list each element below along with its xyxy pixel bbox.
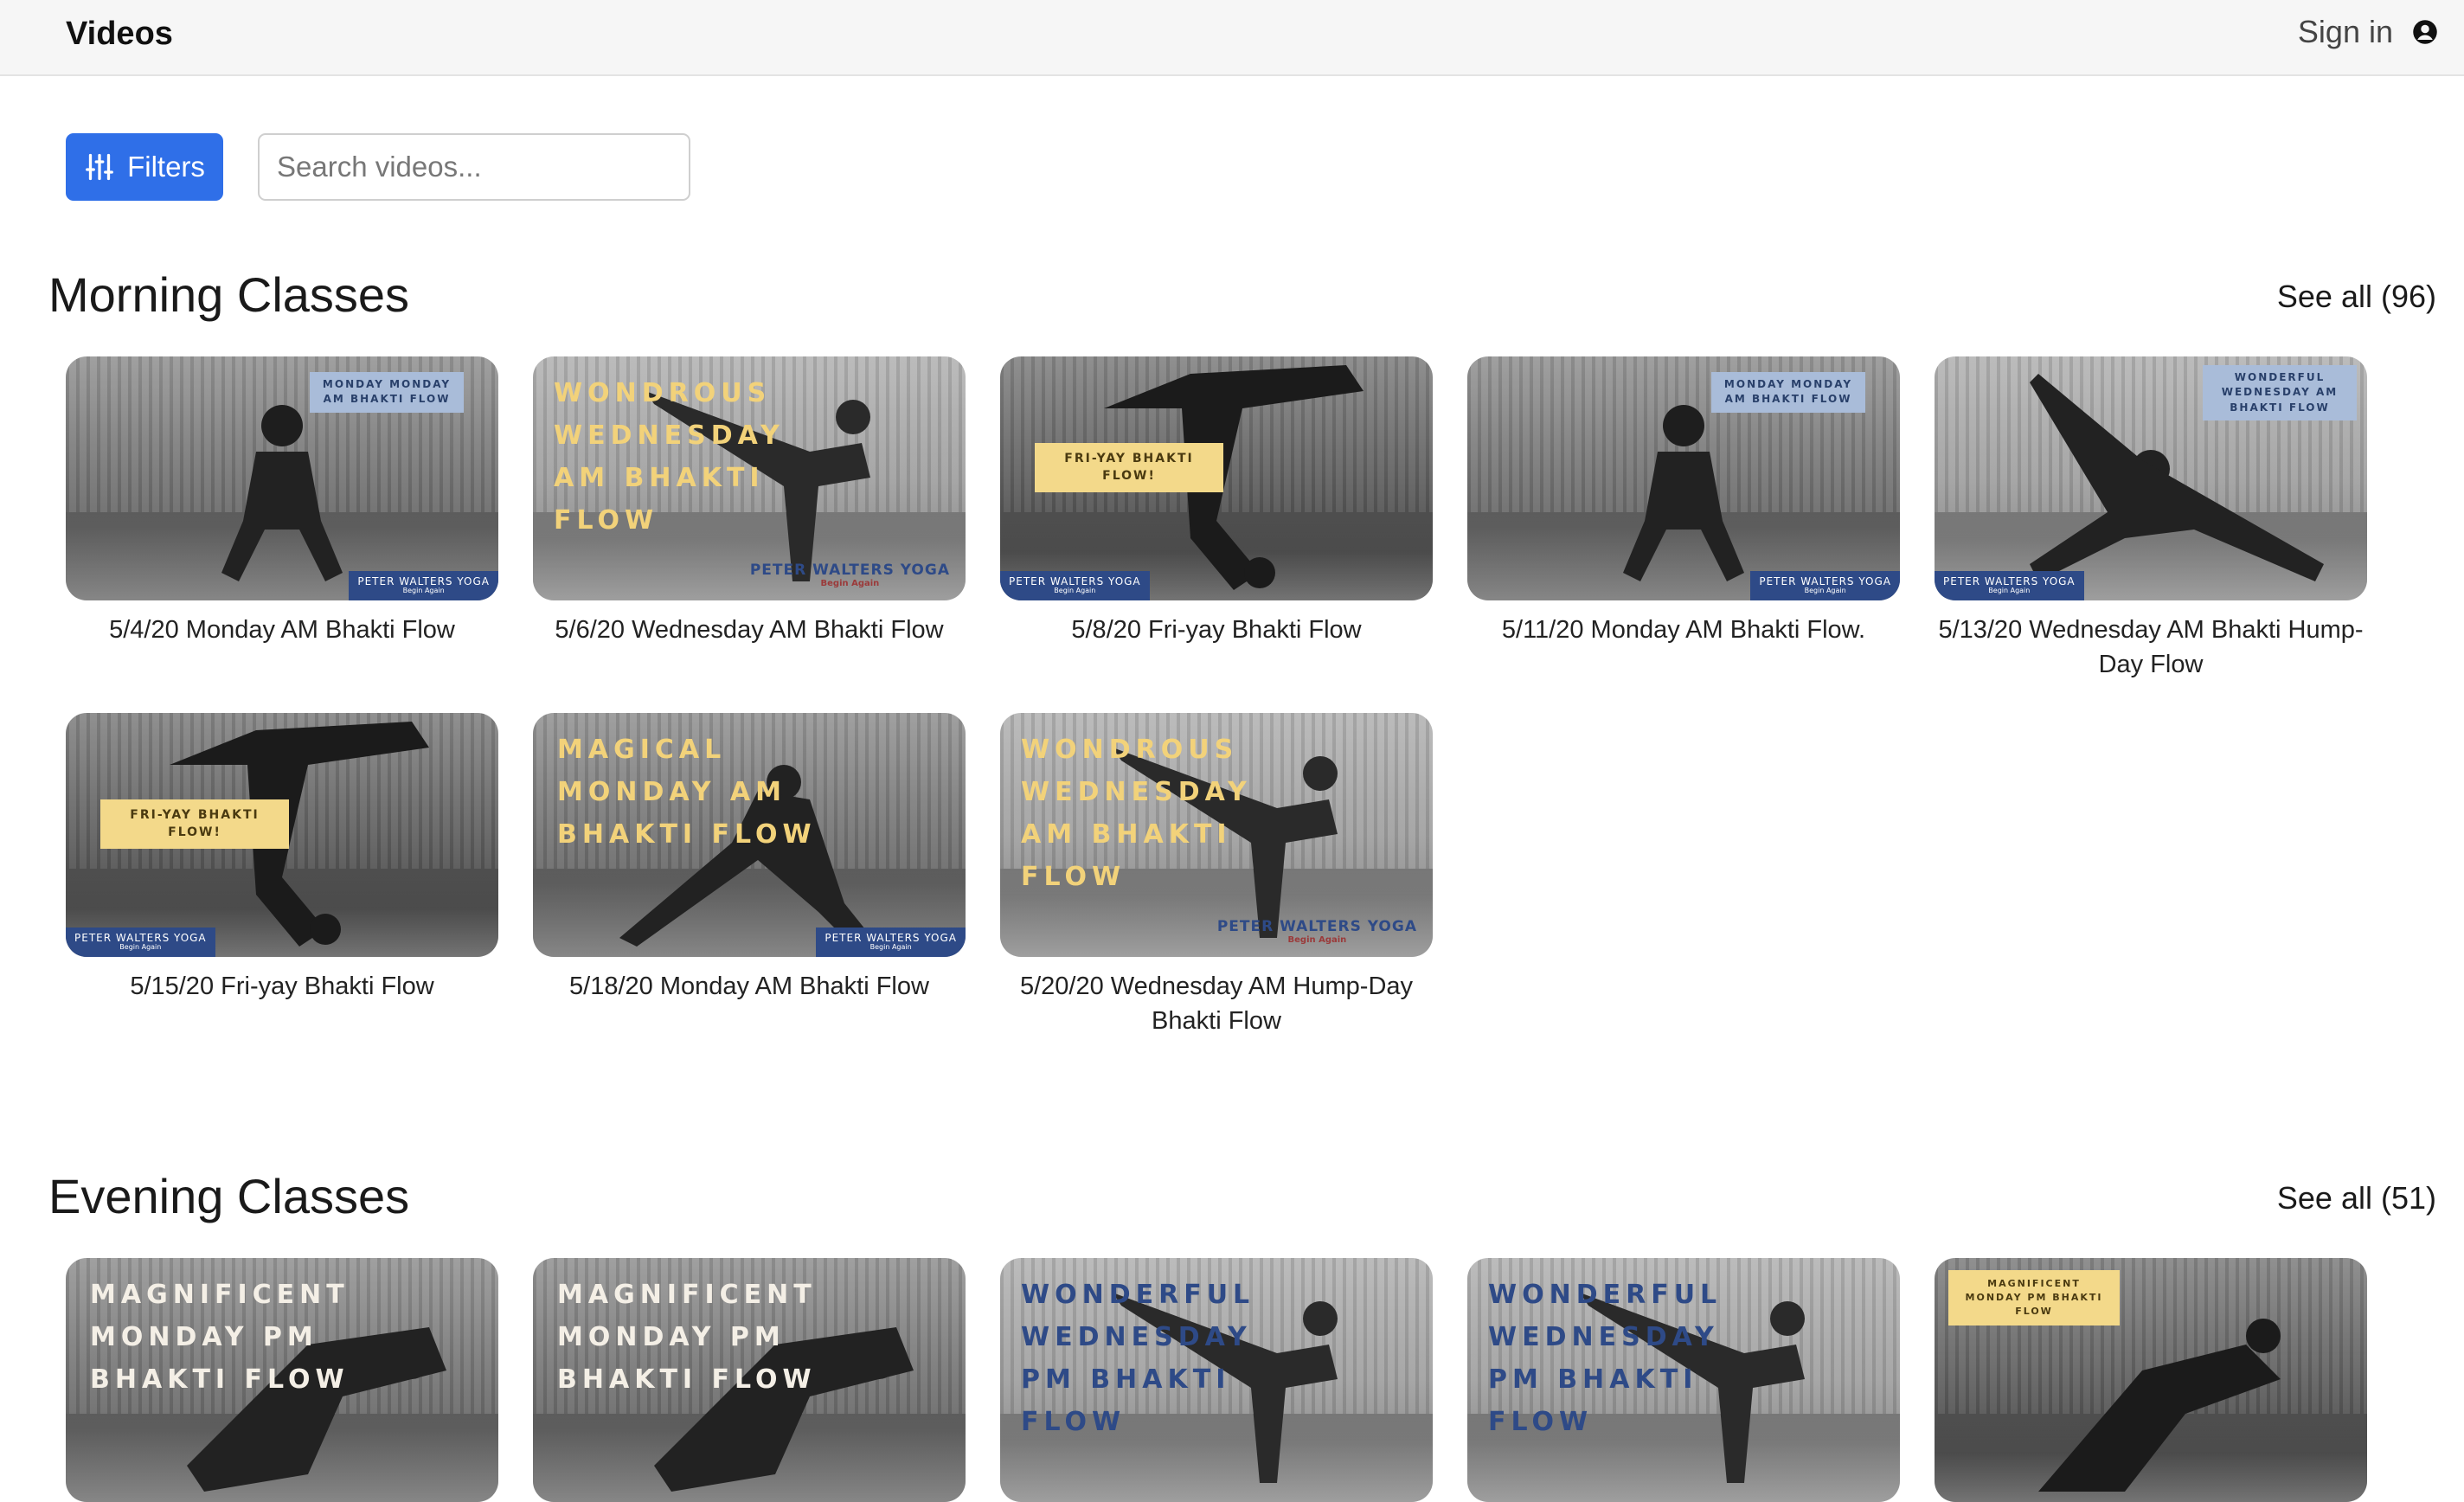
- video-card[interactable]: MONDAY MONDAY AM BHAKTI FLOW PETER WALTE…: [66, 356, 498, 647]
- top-bar: Videos Sign in: [0, 0, 2464, 76]
- video-card[interactable]: MAGNIFICENT MONDAY PM BHAKTI FLOW: [533, 1258, 966, 1502]
- search-input[interactable]: [258, 133, 690, 201]
- video-title: 5/13/20 Wednesday AM Bhakti Hump-Day Flo…: [1938, 616, 2364, 678]
- video-card[interactable]: FRI-YAY BHAKTI FLOW! PETER WALTERS YOGA B…: [1000, 356, 1433, 647]
- video-card[interactable]: MONDAY MONDAY AM BHAKTI FLOW PETER WALTE…: [1467, 356, 1900, 647]
- video-thumbnail: WONDERFUL WEDNESDAY PM BHAKTI FLOW: [1000, 1258, 1433, 1502]
- video-thumbnail: WONDERFUL WEDNESDAY AM BHAKTI FLOW PETER…: [1935, 356, 2367, 600]
- video-thumbnail: MONDAY MONDAY AM BHAKTI FLOW PETER WALTE…: [1467, 356, 1900, 600]
- video-card[interactable]: MAGICAL MONDAY AM BHAKTI FLOW PETER WALT…: [533, 713, 966, 1004]
- brand-logo: PETER WALTERS YOGA Begin Again: [66, 928, 215, 957]
- yoga-figure-image: [221, 405, 343, 581]
- thumbnail-badge: WONDERFUL WEDNESDAY AM BHAKTI FLOW: [2203, 365, 2357, 421]
- section-title-evening: Evening Classes: [48, 1169, 410, 1223]
- sliders-icon: [86, 153, 113, 181]
- video-title: 5/6/20 Wednesday AM Bhakti Flow: [555, 616, 944, 644]
- brand-logo: PETER WALTERS YOGA Begin Again: [816, 928, 966, 957]
- page-title: Videos: [66, 16, 173, 52]
- video-thumbnail: FRI-YAY BHAKTI FLOW! PETER WALTERS YOGA B…: [1000, 356, 1433, 600]
- video-thumbnail: MAGNIFICENT MONDAY PM BHAKTI FLOW: [1935, 1258, 2367, 1502]
- thumbnail-overlay-text: MAGICAL MONDAY AM BHAKTI FLOW: [557, 735, 817, 850]
- video-thumbnail: WONDERFUL WEDNESDAY PM BHAKTI FLOW: [1467, 1258, 1900, 1502]
- thumbnail-overlay-text: MAGNIFICENT MONDAY PM BHAKTI FLOW: [557, 1280, 817, 1395]
- thumbnail-badge: MAGNIFICENT MONDAY PM BHAKTI FLOW: [1948, 1270, 2120, 1325]
- thumbnail-overlay-text: WONDERFUL WEDNESDAY PM BHAKTI FLOW: [1488, 1280, 1723, 1437]
- video-title: 5/18/20 Monday AM Bhakti Flow: [569, 972, 929, 1000]
- thumbnail-overlay-text: WONDERFUL WEDNESDAY PM BHAKTI FLOW: [1021, 1280, 1255, 1437]
- brand-logo: PETER WALTERS YOGA Begin Again: [1935, 571, 2084, 600]
- user-circle-icon: [2413, 20, 2437, 44]
- brand-logo: PETER WALTERS YOGA Begin Again: [349, 571, 498, 600]
- thumbnail-badge: FRI-YAY BHAKTI FLOW!: [100, 799, 289, 849]
- filters-label: Filters: [127, 151, 205, 183]
- video-thumbnail: WONDROUS WEDNESDAY AM BHAKTI FLOW PETER …: [1000, 713, 1433, 957]
- brand-logo: PETER WALTERS YOGA Begin Again: [1000, 571, 1150, 600]
- brand-logo: PETER WALTERS YOGA Begin Again: [1750, 571, 1900, 600]
- video-thumbnail: FRI-YAY BHAKTI FLOW! PETER WALTERS YOGA B…: [66, 713, 498, 957]
- video-title: 5/11/20 Monday AM Bhakti Flow.: [1501, 616, 1866, 644]
- video-card[interactable]: WONDROUS WEDNESDAY AM BHAKTI FLOW PETER …: [1000, 713, 1433, 1038]
- video-thumbnail: MONDAY MONDAY AM BHAKTI FLOW PETER WALTE…: [66, 356, 498, 600]
- sign-in-link[interactable]: Sign in: [2298, 14, 2438, 50]
- video-card[interactable]: FRI-YAY BHAKTI FLOW! PETER WALTERS YOGA B…: [66, 713, 498, 1004]
- video-thumbnail: WONDROUS WEDNESDAY AM BHAKTI FLOW PETER …: [533, 356, 966, 600]
- sign-in-label: Sign in: [2297, 14, 2393, 49]
- video-title: 5/8/20 Fri-yay Bhakti Flow: [1071, 616, 1362, 644]
- video-card[interactable]: WONDERFUL WEDNESDAY PM BHAKTI FLOW: [1467, 1258, 1900, 1502]
- thumbnail-badge: MONDAY MONDAY AM BHAKTI FLOW: [310, 372, 464, 413]
- video-card[interactable]: MAGNIFICENT MONDAY PM BHAKTI FLOW: [1935, 1258, 2367, 1502]
- video-card[interactable]: MAGNIFICENT MONDAY PM BHAKTI FLOW: [66, 1258, 498, 1502]
- video-thumbnail: MAGNIFICENT MONDAY PM BHAKTI FLOW: [66, 1258, 498, 1502]
- video-title: 5/15/20 Fri-yay Bhakti Flow: [130, 972, 434, 1000]
- see-all-evening-link[interactable]: See all (51): [2277, 1180, 2436, 1216]
- section-title-morning: Morning Classes: [48, 267, 410, 322]
- thumbnail-overlay-text: WONDROUS WEDNESDAY AM BHAKTI FLOW: [1021, 735, 1252, 892]
- yoga-figure-image: [1623, 405, 1744, 581]
- filters-button[interactable]: Filters: [66, 133, 223, 201]
- brand-logo: PETER WALTERS YOGA Begin Again: [1216, 918, 1417, 945]
- video-title: 5/20/20 Wednesday AM Hump-Day Bhakti Flo…: [1019, 972, 1414, 1035]
- thumbnail-badge: FRI-YAY BHAKTI FLOW!: [1035, 443, 1223, 492]
- thumbnail-overlay-text: MAGNIFICENT MONDAY PM BHAKTI FLOW: [90, 1280, 350, 1395]
- video-thumbnail: MAGICAL MONDAY AM BHAKTI FLOW PETER WALT…: [533, 713, 966, 957]
- thumbnail-overlay-text: WONDROUS WEDNESDAY AM BHAKTI FLOW: [554, 378, 785, 536]
- video-card[interactable]: WONDROUS WEDNESDAY AM BHAKTI FLOW PETER …: [533, 356, 966, 647]
- video-title: 5/4/20 Monday AM Bhakti Flow: [109, 616, 455, 644]
- thumbnail-badge: MONDAY MONDAY AM BHAKTI FLOW: [1711, 372, 1865, 413]
- video-thumbnail: MAGNIFICENT MONDAY PM BHAKTI FLOW: [533, 1258, 966, 1502]
- see-all-morning-link[interactable]: See all (96): [2277, 279, 2436, 315]
- video-card[interactable]: WONDERFUL WEDNESDAY PM BHAKTI FLOW: [1000, 1258, 1433, 1502]
- brand-logo: PETER WALTERS YOGA Begin Again: [749, 562, 950, 588]
- video-card[interactable]: WONDERFUL WEDNESDAY AM BHAKTI FLOW PETER…: [1935, 356, 2367, 682]
